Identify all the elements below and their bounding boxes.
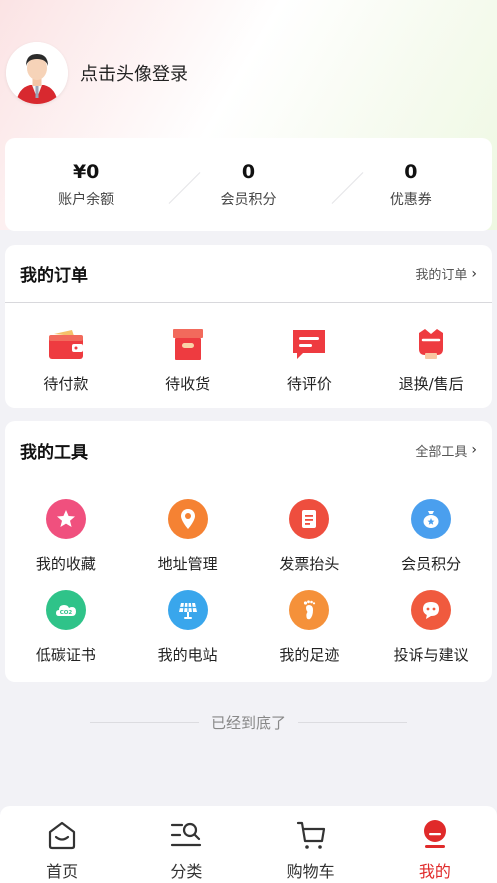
stat-value: 0	[241, 160, 256, 183]
svg-text:CO2: CO2	[60, 610, 73, 616]
cart-icon	[296, 821, 325, 849]
stat-value: ¥0	[72, 160, 100, 183]
tool-invoice[interactable]: 发票抬头	[249, 499, 371, 574]
bottom-tab-bar: 首页 分类 购物车 我的	[0, 806, 497, 883]
stat-label: 优惠券	[389, 191, 432, 208]
all-tools-link[interactable]: 全部工具 ›	[415, 441, 477, 460]
tool-label: 会员积分	[401, 555, 462, 573]
tool-label: 地址管理	[157, 555, 218, 573]
stat-balance[interactable]: ¥0 账户余额	[5, 138, 201, 231]
tab-label: 购物车	[286, 862, 335, 881]
chevron-right-icon: ›	[471, 442, 477, 458]
stat-value: 0	[404, 160, 418, 183]
invoice-icon	[289, 499, 330, 539]
tab-label: 首页	[46, 862, 79, 881]
avatar[interactable]	[6, 42, 68, 104]
comment-icon	[293, 330, 326, 359]
tool-feedback[interactable]: 投诉与建议	[370, 590, 492, 665]
tool-label: 投诉与建议	[393, 646, 469, 664]
orders-card: 我的订单 我的订单 › 待付款 待收货 待评价 退换/售后	[5, 245, 492, 408]
order-label: 待收货	[165, 375, 211, 393]
stat-label: 会员积分	[220, 191, 277, 208]
login-prompt[interactable]: 点击头像登录	[80, 60, 188, 86]
tool-label: 低碳证书	[35, 646, 96, 664]
tool-carbon-certificate[interactable]: CO2 低碳证书	[5, 590, 127, 665]
all-tools-label: 全部工具	[415, 444, 468, 460]
end-of-list: 已经到底了	[90, 712, 408, 733]
chevron-right-icon: ›	[471, 265, 477, 282]
star-icon	[45, 499, 86, 539]
tab-label: 我的	[418, 862, 451, 881]
order-pending-receipt[interactable]: 待收货	[133, 325, 243, 394]
order-pending-payment[interactable]: 待付款	[11, 325, 121, 394]
orders-header: 我的订单 我的订单 ›	[5, 245, 492, 303]
tab-home[interactable]: 首页	[0, 806, 124, 883]
wallet-icon	[48, 330, 83, 359]
order-returns[interactable]: 退换/售后	[376, 325, 486, 394]
tools-header: 我的工具 全部工具 ›	[5, 421, 492, 479]
tool-favorites[interactable]: 我的收藏	[5, 499, 127, 574]
stat-coupons[interactable]: 0 优惠券	[330, 138, 492, 231]
divider	[298, 722, 408, 723]
order-label: 待评价	[286, 375, 332, 393]
order-label: 待付款	[43, 375, 89, 393]
stat-points[interactable]: 0 会员积分	[167, 138, 364, 231]
divider	[90, 722, 199, 723]
all-orders-label: 我的订单	[415, 268, 468, 283]
tab-mine[interactable]: 我的	[373, 806, 497, 883]
box-icon	[172, 329, 203, 360]
message-icon	[411, 590, 452, 630]
home-icon	[49, 821, 76, 850]
tool-label: 发票抬头	[279, 555, 340, 573]
category-search-icon	[171, 822, 202, 847]
solar-panel-icon	[167, 590, 208, 630]
tab-label: 分类	[170, 862, 203, 881]
tool-label: 我的足迹	[279, 646, 340, 664]
tab-category[interactable]: 分类	[124, 806, 248, 883]
stat-label: 账户余额	[58, 191, 115, 208]
tools-title: 我的工具	[20, 442, 88, 463]
return-icon	[419, 329, 444, 359]
tool-label: 我的收藏	[35, 555, 96, 573]
tool-power-station[interactable]: 我的电站	[127, 590, 249, 665]
tools-card: 我的工具 全部工具 › 我的收藏 地址管理 发票抬头 会员积分 CO2 低碳证书…	[5, 421, 492, 682]
tool-member-points[interactable]: 会员积分	[370, 499, 492, 574]
order-pending-review[interactable]: 待评价	[254, 325, 364, 394]
profile-icon	[423, 820, 446, 848]
profile-section: 点击头像登录	[6, 42, 188, 104]
co2-icon: CO2	[45, 590, 86, 630]
tool-address[interactable]: 地址管理	[127, 499, 249, 574]
footprint-icon	[289, 590, 330, 630]
avatar-icon	[6, 42, 68, 104]
tools-grid: 我的收藏 地址管理 发票抬头 会员积分 CO2 低碳证书 我的电站 我的足迹 投…	[5, 479, 492, 665]
order-label: 退换/售后	[398, 375, 464, 393]
order-status-row: 待付款 待收货 待评价 退换/售后	[5, 303, 492, 394]
tool-footprints[interactable]: 我的足迹	[249, 590, 371, 665]
tab-cart[interactable]: 购物车	[249, 806, 373, 883]
balance-card: ¥0 账户余额 0 会员积分 0 优惠券	[5, 138, 492, 231]
location-icon	[167, 499, 208, 539]
tool-label: 我的电站	[157, 646, 218, 664]
all-orders-link[interactable]: 我的订单 ›	[415, 264, 477, 284]
points-bag-icon	[411, 499, 452, 539]
end-text: 已经到底了	[211, 714, 287, 732]
orders-title: 我的订单	[20, 266, 88, 286]
